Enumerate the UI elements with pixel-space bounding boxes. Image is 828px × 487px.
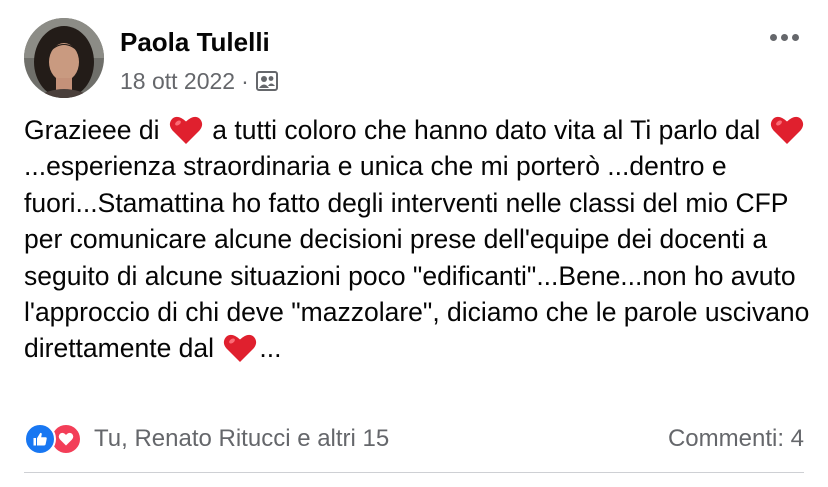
- comments-count[interactable]: Commenti: 4: [668, 425, 804, 453]
- post-text-segment: Grazieee di: [24, 115, 167, 145]
- more-options-button[interactable]: [764, 22, 804, 52]
- more-icon-dot: [769, 33, 777, 41]
- reactions-summary[interactable]: Tu, Renato Ritucci e altri 15: [24, 423, 389, 455]
- post-header: Paola Tulelli 18 ott 2022 ·: [24, 18, 278, 98]
- avatar-image: [24, 18, 104, 98]
- post-text-segment: ...: [259, 333, 282, 364]
- separator: ·: [241, 68, 249, 94]
- post-text-segment: a tutti coloro che hanno dato vita al Ti…: [204, 115, 768, 145]
- friends-audience-icon[interactable]: [255, 71, 278, 91]
- facebook-post: Paola Tulelli 18 ott 2022 · Grazieee di …: [0, 0, 828, 487]
- red-heart-emoji-icon: [223, 333, 257, 363]
- post-subline: 18 ott 2022 ·: [120, 66, 278, 96]
- reactors-text[interactable]: Tu, Renato Ritucci e altri 15: [94, 425, 389, 453]
- author-name[interactable]: Paola Tulelli: [120, 22, 278, 62]
- divider: [24, 472, 804, 473]
- red-heart-emoji-icon: [169, 115, 203, 145]
- like-icon: [24, 423, 56, 455]
- reaction-icons: [24, 423, 86, 455]
- post-body: Grazieee di a tutti coloro che hanno dat…: [24, 112, 814, 367]
- more-icon-dot: [780, 33, 788, 41]
- post-date[interactable]: 18 ott 2022: [120, 66, 235, 96]
- red-heart-emoji-icon: [770, 115, 804, 145]
- post-footer: Tu, Renato Ritucci e altri 15 Commenti: …: [24, 419, 804, 459]
- post-text-segment: ...esperienza straordinaria e unica che …: [24, 151, 810, 364]
- avatar[interactable]: [24, 18, 104, 98]
- post-meta: Paola Tulelli 18 ott 2022 ·: [120, 18, 278, 96]
- more-icon-dot: [791, 33, 799, 41]
